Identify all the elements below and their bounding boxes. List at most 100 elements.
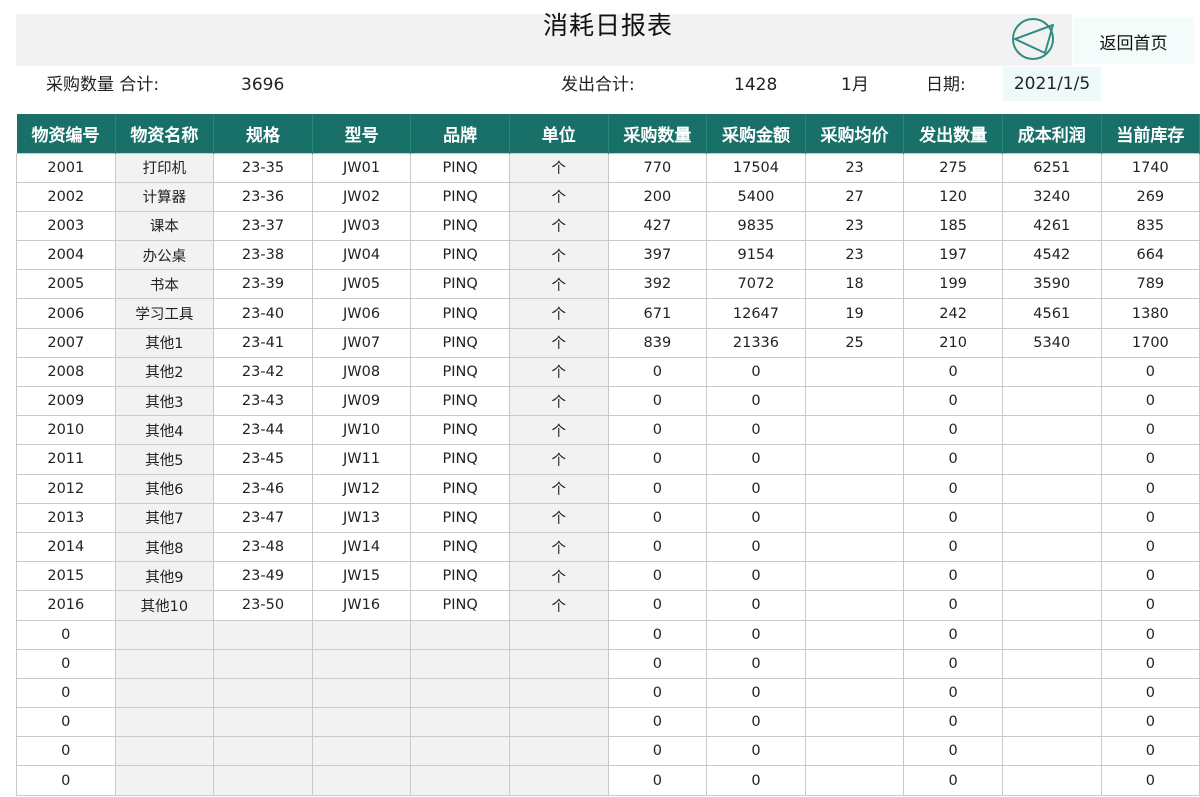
date-value[interactable]: 2021/1/5 [1003, 67, 1101, 101]
table-cell[interactable]: 0 [903, 444, 1003, 475]
table-cell[interactable] [508, 707, 609, 738]
table-cell[interactable]: PINQ [410, 561, 510, 592]
table-cell[interactable]: 0 [903, 385, 1003, 417]
table-cell[interactable]: 学习工具 [114, 298, 215, 329]
table-cell[interactable]: 427 [607, 210, 708, 242]
table-cell[interactable] [410, 619, 510, 650]
table-cell[interactable]: 0 [903, 765, 1003, 796]
table-cell[interactable]: 2012 [16, 473, 116, 504]
column-header[interactable]: 规格 [213, 114, 313, 153]
table-cell[interactable] [804, 444, 905, 475]
table-cell[interactable]: JW08 [311, 356, 412, 388]
table-cell[interactable]: 9835 [706, 210, 806, 242]
table-cell[interactable]: 23-47 [213, 502, 313, 533]
table-cell[interactable] [311, 677, 412, 709]
table-cell[interactable] [1001, 385, 1102, 417]
table-cell[interactable] [804, 502, 905, 533]
table-cell[interactable] [213, 677, 313, 709]
table-cell[interactable] [804, 619, 905, 650]
table-cell[interactable]: 0 [16, 736, 116, 767]
table-cell[interactable] [508, 619, 609, 650]
table-cell[interactable]: 0 [16, 765, 116, 796]
table-cell[interactable]: 其他4 [114, 415, 215, 446]
table-cell[interactable]: JW10 [311, 415, 412, 446]
table-cell[interactable]: 0 [903, 677, 1003, 709]
table-cell[interactable] [1001, 736, 1102, 767]
table-cell[interactable]: 275 [903, 152, 1003, 183]
table-cell[interactable]: 2006 [16, 298, 116, 329]
table-cell[interactable]: JW14 [311, 531, 412, 563]
table-cell[interactable]: 0 [903, 561, 1003, 592]
table-cell[interactable] [1001, 561, 1102, 592]
table-cell[interactable] [114, 765, 215, 796]
table-cell[interactable]: 23-46 [213, 473, 313, 504]
table-cell[interactable] [311, 619, 412, 650]
table-cell[interactable] [1001, 707, 1102, 738]
table-cell[interactable]: 个 [508, 298, 609, 329]
back-to-home-button[interactable]: 返回首页 [1073, 18, 1194, 64]
table-cell[interactable] [804, 473, 905, 504]
table-cell[interactable] [410, 736, 510, 767]
table-cell[interactable]: 0 [903, 531, 1003, 563]
table-cell[interactable] [804, 561, 905, 592]
table-cell[interactable]: PINQ [410, 240, 510, 271]
table-cell[interactable]: 2014 [16, 531, 116, 563]
table-cell[interactable] [114, 707, 215, 738]
table-cell[interactable]: 392 [607, 269, 708, 300]
table-cell[interactable] [311, 707, 412, 738]
table-cell[interactable]: 0 [607, 415, 708, 446]
table-cell[interactable]: 个 [508, 531, 609, 563]
table-cell[interactable] [311, 736, 412, 767]
table-cell[interactable]: 25 [804, 327, 905, 358]
table-cell[interactable] [213, 765, 313, 796]
table-cell[interactable]: JW03 [311, 210, 412, 242]
table-cell[interactable]: 18 [804, 269, 905, 300]
table-cell[interactable]: JW15 [311, 561, 412, 592]
table-cell[interactable]: 23-42 [213, 356, 313, 388]
column-header[interactable]: 型号 [312, 114, 412, 153]
table-cell[interactable]: 0 [706, 473, 806, 504]
table-cell[interactable]: 0 [706, 619, 806, 650]
table-cell[interactable]: 27 [804, 181, 905, 212]
table-cell[interactable]: 0 [903, 590, 1003, 621]
table-cell[interactable] [114, 736, 215, 767]
table-cell[interactable]: 0 [1100, 619, 1200, 650]
table-cell[interactable] [1001, 677, 1102, 709]
table-cell[interactable]: 23-50 [213, 590, 313, 621]
table-cell[interactable]: 2015 [16, 561, 116, 592]
table-cell[interactable] [804, 531, 905, 563]
table-cell[interactable]: PINQ [410, 269, 510, 300]
table-cell[interactable]: 23-43 [213, 385, 313, 417]
table-cell[interactable]: PINQ [410, 444, 510, 475]
table-cell[interactable]: 0 [706, 765, 806, 796]
table-cell[interactable]: 其他2 [114, 356, 215, 388]
table-cell[interactable]: PINQ [410, 152, 510, 183]
table-cell[interactable]: JW09 [311, 385, 412, 417]
table-cell[interactable]: 0 [903, 736, 1003, 767]
table-cell[interactable] [410, 707, 510, 738]
table-cell[interactable]: 0 [1100, 736, 1200, 767]
table-cell[interactable]: 2004 [16, 240, 116, 271]
table-cell[interactable]: 23-39 [213, 269, 313, 300]
table-cell[interactable]: 5340 [1001, 327, 1102, 358]
column-header[interactable]: 采购金额 [706, 114, 806, 153]
table-cell[interactable]: 23-41 [213, 327, 313, 358]
table-cell[interactable]: 2005 [16, 269, 116, 300]
table-cell[interactable]: 3590 [1001, 269, 1102, 300]
table-cell[interactable]: 0 [706, 590, 806, 621]
table-cell[interactable]: 397 [607, 240, 708, 271]
table-cell[interactable]: 23-45 [213, 444, 313, 475]
table-cell[interactable]: 书本 [114, 269, 215, 300]
table-cell[interactable]: 2001 [16, 152, 116, 183]
table-cell[interactable]: 4542 [1001, 240, 1102, 271]
table-cell[interactable]: PINQ [410, 385, 510, 417]
table-cell[interactable]: 0 [1100, 502, 1200, 533]
table-cell[interactable]: 个 [508, 444, 609, 475]
table-cell[interactable]: 个 [508, 210, 609, 242]
table-cell[interactable]: 其他8 [114, 531, 215, 563]
table-cell[interactable]: 671 [607, 298, 708, 329]
table-cell[interactable]: 200 [607, 181, 708, 212]
table-cell[interactable]: JW11 [311, 444, 412, 475]
table-cell[interactable]: 0 [1100, 765, 1200, 796]
table-cell[interactable]: 个 [508, 385, 609, 417]
